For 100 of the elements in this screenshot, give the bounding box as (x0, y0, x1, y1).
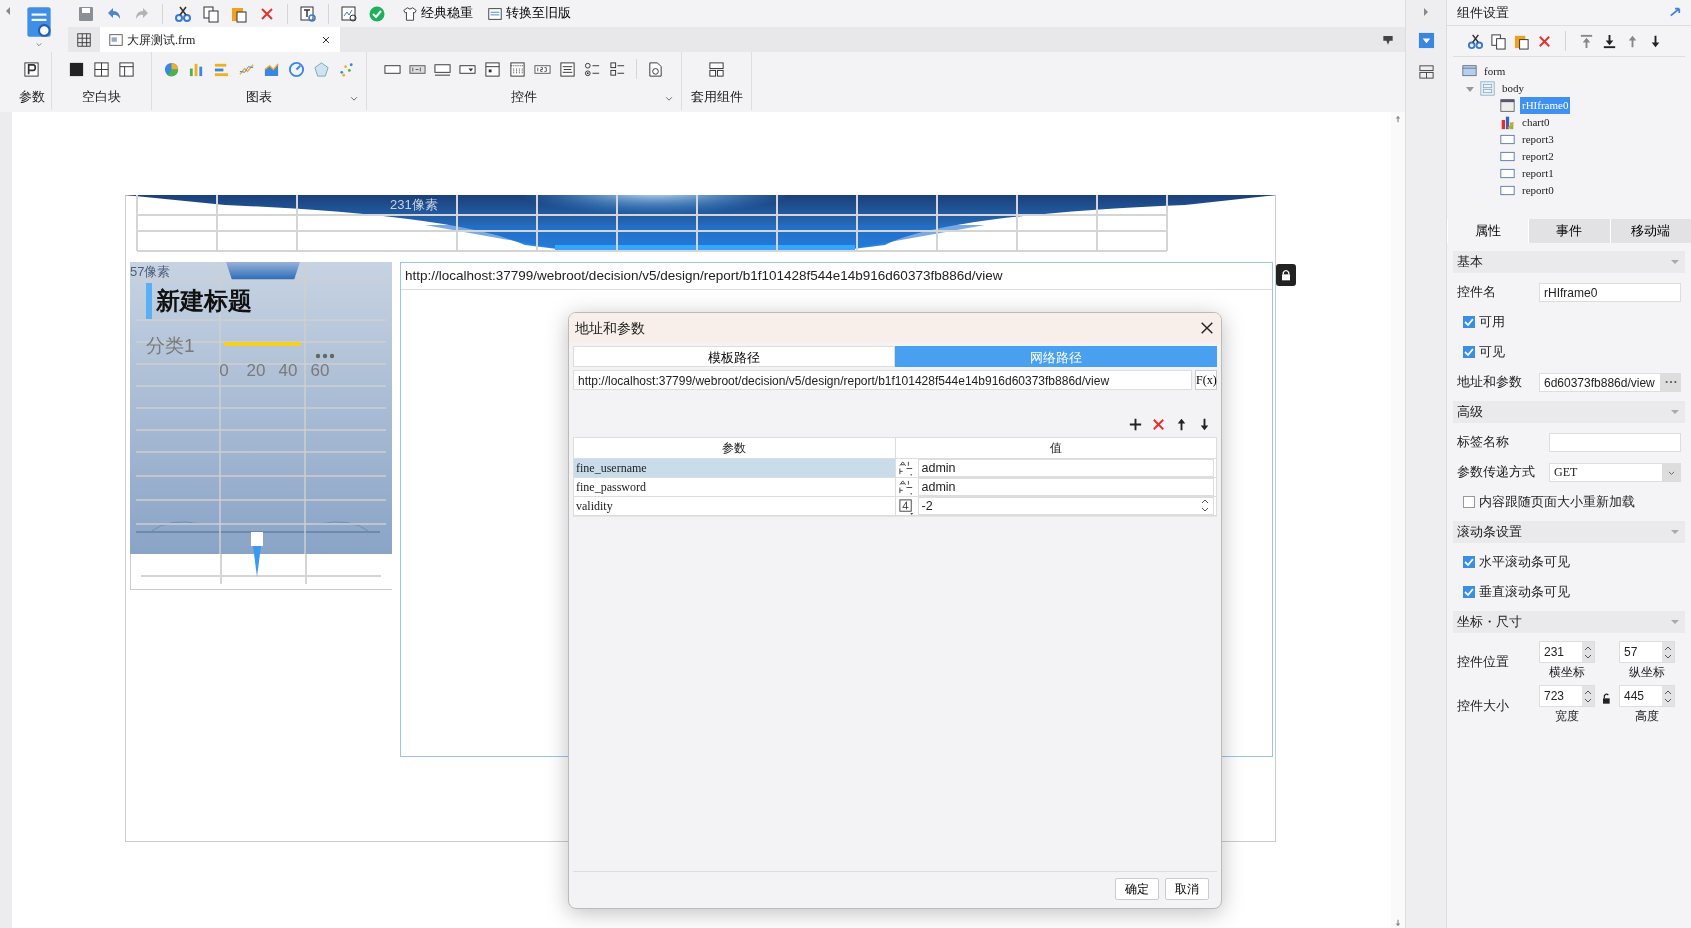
text-field[interactable]: rHIframe0 (1539, 282, 1681, 302)
text-type-icon[interactable] (897, 478, 915, 496)
calendar-control-icon[interactable] (509, 60, 526, 78)
checkbox[interactable] (1463, 556, 1475, 568)
scatter-chart-icon[interactable] (338, 60, 355, 78)
filled-block-icon[interactable] (68, 60, 85, 78)
expand-arrow-icon[interactable] (1421, 6, 1431, 18)
checkbox[interactable] (1463, 346, 1475, 358)
ellipsis-icon (1665, 380, 1677, 384)
copy-icon[interactable] (202, 4, 220, 23)
select-field[interactable]: GET (1549, 462, 1681, 482)
spinner-icon[interactable] (1200, 498, 1210, 513)
checkbox-label: 垂直滚动条可见 (1479, 583, 1570, 601)
pie-chart-icon[interactable] (163, 60, 180, 78)
layout-icon[interactable] (1417, 63, 1435, 80)
section-header: 坐标・尺寸 (1457, 613, 1522, 631)
frame-control-icon[interactable] (484, 60, 501, 78)
report-icon (1499, 149, 1516, 164)
axis-tick-label: 40 (278, 361, 298, 380)
tree-item[interactable]: chart0 (1520, 114, 1552, 131)
spinner-icon[interactable] (1663, 644, 1673, 660)
copy-icon[interactable] (1490, 32, 1507, 50)
checkbox[interactable] (1463, 496, 1475, 508)
area-chart-icon[interactable] (263, 60, 280, 78)
preview-icon[interactable] (340, 4, 358, 23)
spinner-icon[interactable] (1583, 688, 1593, 704)
move-to-top-icon[interactable] (1578, 32, 1595, 50)
radio-control-icon[interactable] (584, 60, 601, 78)
convert-button[interactable]: 转换至旧版 (484, 4, 574, 23)
report-icon (1499, 183, 1516, 198)
number-field[interactable]: 445 (1619, 685, 1675, 707)
layout-icon[interactable] (708, 60, 725, 78)
path-tab[interactable]: 模板路径 (573, 346, 895, 367)
spinner-icon[interactable] (1663, 688, 1673, 704)
text-search-icon[interactable] (299, 4, 317, 23)
file-tab[interactable]: 大屏测试.frm (100, 27, 340, 52)
value-field[interactable]: admin (917, 459, 1214, 477)
remove-icon[interactable] (1150, 416, 1167, 433)
number-field[interactable]: 231 (1539, 641, 1595, 663)
checkbox[interactable] (1463, 316, 1475, 328)
column-header: 值 (895, 437, 1217, 459)
group-label: 空白块 (82, 89, 121, 106)
section-header: 滚动条设置 (1457, 523, 1522, 541)
number-field[interactable]: 57 (1619, 641, 1675, 663)
tree-item[interactable]: report2 (1520, 148, 1556, 165)
field-label: 控件名 (1457, 283, 1497, 301)
url-field[interactable]: http://localhost:37799/webroot/decision/v5/design/report/b1f101428f544e14b916d60373fb886d/view (573, 370, 1192, 390)
property-tab[interactable]: 事件 (1528, 219, 1610, 243)
formula-button[interactable]: F(x) (1195, 370, 1217, 390)
lock-button[interactable] (1276, 264, 1296, 286)
section-header: 高级 (1457, 403, 1483, 421)
tree-item[interactable]: report1 (1520, 165, 1556, 182)
tree-item[interactable]: body (1500, 80, 1526, 97)
parameter-icon[interactable] (23, 60, 40, 78)
tree-item[interactable]: report3 (1520, 131, 1556, 148)
more-icon[interactable] (314, 351, 336, 361)
url-text: http://localhost:37799/webroot/decision/v5/design/report/b1f101428f544e14b916d60373fb886d/view (401, 263, 1272, 291)
field-label: 参数传递方式 (1457, 463, 1536, 481)
text-type-icon[interactable] (897, 459, 915, 477)
form-icon (1461, 64, 1478, 79)
theme-button[interactable]: 经典稳重 (399, 4, 476, 23)
tree-item[interactable]: report0 (1520, 182, 1556, 199)
tree-item[interactable]: form (1482, 63, 1508, 80)
frame-icon (1499, 98, 1516, 113)
section-header: 基本 (1457, 253, 1483, 271)
save-icon[interactable] (77, 4, 95, 23)
dropdown-icon[interactable] (1417, 32, 1435, 49)
field-label: 标签名称 (1457, 433, 1510, 451)
report-icon (1499, 132, 1516, 147)
cut-icon[interactable] (174, 4, 192, 23)
number-type-icon[interactable] (897, 497, 915, 515)
unlocked-icon[interactable] (1601, 691, 1613, 706)
checkbox[interactable] (1463, 586, 1475, 598)
value-field[interactable]: -2 (917, 497, 1214, 515)
grid-icon[interactable] (76, 31, 92, 48)
group-label: 图表 (246, 89, 272, 106)
checkbox-label: 水平滚动条可见 (1479, 553, 1570, 571)
field-label: 控件位置 (1457, 654, 1510, 672)
confirm-button[interactable]: 确定 (1115, 878, 1159, 900)
gauge-chart-icon[interactable] (288, 60, 305, 78)
checkbox-control-icon[interactable] (609, 60, 626, 78)
grid-block-icon[interactable] (118, 60, 135, 78)
preview-control-icon[interactable] (647, 60, 664, 78)
move-to-bottom-icon[interactable] (1601, 32, 1618, 50)
check-icon[interactable] (368, 4, 386, 23)
browse-button[interactable] (1661, 372, 1681, 392)
number-field[interactable]: 723 (1539, 685, 1595, 707)
cut-icon[interactable] (1467, 32, 1484, 50)
spinner-icon[interactable] (1583, 644, 1593, 660)
collapse-icon[interactable] (1669, 6, 1681, 19)
split-block-icon[interactable] (93, 60, 110, 78)
value-field[interactable]: admin (917, 478, 1214, 496)
axis-tick-label: 20 (246, 361, 266, 380)
text-field[interactable] (1549, 432, 1681, 452)
property-tab[interactable]: 移动端 (1609, 219, 1691, 243)
close-icon[interactable] (1199, 320, 1215, 336)
add-icon[interactable] (1127, 416, 1144, 433)
text-area-control-icon[interactable] (559, 60, 576, 78)
text-field[interactable]: 6d60373fb886d/view (1539, 372, 1661, 392)
cancel-button[interactable]: 取消 (1165, 878, 1209, 900)
